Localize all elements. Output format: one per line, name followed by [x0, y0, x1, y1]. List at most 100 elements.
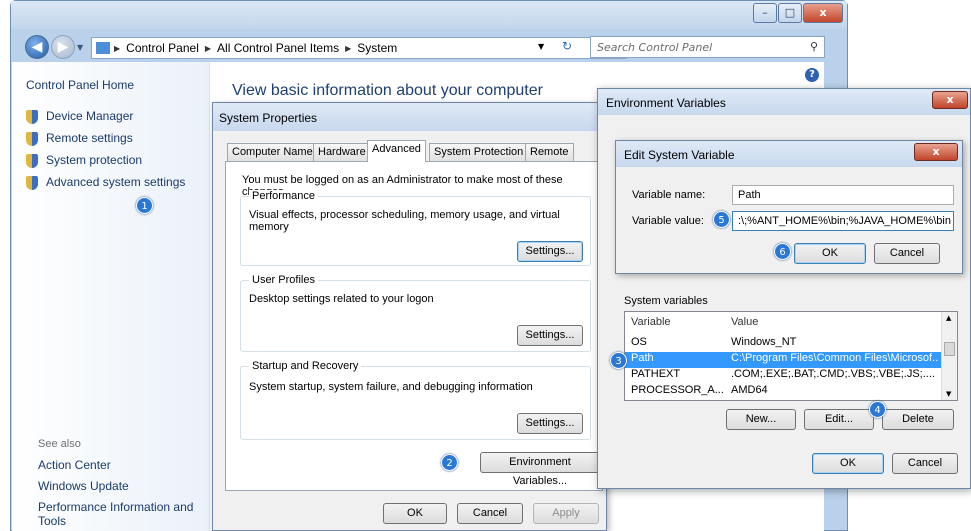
tab-remote[interactable]: Remote [525, 143, 574, 161]
user-profiles-settings-button[interactable]: Settings... [517, 325, 583, 346]
system-properties-dialog: System Properties Computer Name Hardware… [212, 102, 607, 531]
maximize-button[interactable]: □ [778, 3, 802, 23]
remote-settings-link[interactable]: Remote settings [46, 131, 133, 145]
shield-icon [26, 154, 38, 168]
environment-variables-title: Environment Variables [598, 89, 970, 115]
delete-variable-button[interactable]: Delete [882, 409, 954, 430]
table-row-selected[interactable]: Path C:\Program Files\Common Files\Micro… [625, 352, 943, 368]
variable-name-cell: OS [631, 336, 647, 348]
variable-value-label: Variable value: [632, 215, 704, 227]
performance-legend: Performance [249, 190, 318, 202]
performance-group: Performance Visual effects, processor sc… [240, 190, 591, 266]
close-button[interactable]: x [914, 143, 958, 161]
cancel-button[interactable]: Cancel [457, 503, 523, 524]
breadcrumb-separator-icon[interactable]: ▶ [114, 44, 120, 53]
shield-icon [26, 176, 38, 190]
edit-variable-title: Edit System Variable [616, 141, 962, 167]
variable-name-field[interactable]: Path [732, 185, 954, 205]
edit-cancel-button[interactable]: Cancel [874, 243, 940, 264]
performance-settings-button[interactable]: Settings... [517, 241, 583, 262]
scroll-down-icon[interactable]: ▼ [946, 390, 951, 398]
breadcrumb-control-panel[interactable]: Control Panel [126, 41, 199, 55]
env-ok-button[interactable]: OK [812, 453, 884, 474]
breadcrumb-all-items[interactable]: All Control Panel Items [217, 41, 339, 55]
back-arrow-icon[interactable]: ◀ [25, 35, 49, 59]
performance-info-link[interactable]: Performance Information and Tools [38, 500, 198, 528]
tab-advanced[interactable]: Advanced [367, 140, 426, 162]
table-row[interactable]: PATHEXT .COM;.EXE;.BAT;.CMD;.VBS;.VBE;.J… [625, 368, 943, 384]
shield-icon [26, 110, 38, 124]
variable-name-cell: Path [631, 352, 654, 364]
breadcrumb-system[interactable]: System [357, 41, 397, 55]
step-badge: 3 [610, 352, 627, 369]
address-bar[interactable]: ▶ Control Panel ▶ All Control Panel Item… [91, 37, 627, 59]
startup-recovery-settings-button[interactable]: Settings... [517, 413, 583, 434]
tab-system-protection[interactable]: System Protection [429, 143, 529, 161]
action-center-link[interactable]: Action Center [38, 458, 111, 472]
step-badge: 5 [713, 211, 730, 228]
new-variable-button[interactable]: New... [726, 409, 796, 430]
table-row[interactable]: OS Windows_NT [625, 336, 943, 352]
variable-value-cell: AMD64 [731, 384, 768, 396]
close-button[interactable]: x [932, 91, 968, 109]
recent-pages-dropdown-icon[interactable]: ▼ [77, 43, 83, 52]
device-manager-link[interactable]: Device Manager [46, 109, 133, 123]
value-column-header[interactable]: Value [731, 316, 939, 328]
page-title: View basic information about your comput… [232, 82, 543, 99]
table-row[interactable]: PROCESSOR_A... AMD64 [625, 384, 943, 400]
startup-recovery-description: System startup, system failure, and debu… [249, 381, 533, 393]
variable-value-field[interactable]: :\;%ANT_HOME%\bin;%JAVA_HOME%\bin [732, 211, 954, 231]
see-also-heading: See also [38, 438, 81, 450]
variable-name-cell: PATHEXT [631, 368, 681, 380]
user-profiles-legend: User Profiles [249, 274, 318, 286]
windows-update-link[interactable]: Windows Update [38, 479, 129, 493]
control-panel-home-link[interactable]: Control Panel Home [26, 78, 134, 92]
environment-variables-button[interactable]: Environment Variables... [480, 452, 600, 487]
close-button[interactable]: x [803, 3, 843, 23]
search-placeholder: Search Control Panel [597, 41, 713, 54]
step-badge: 2 [441, 454, 458, 471]
scrollbar-thumb[interactable] [944, 342, 955, 356]
tab-hardware[interactable]: Hardware [313, 143, 371, 161]
variable-column-header[interactable]: Variable [631, 316, 723, 328]
advanced-system-settings-link[interactable]: Advanced system settings [46, 175, 185, 189]
search-input[interactable]: Search Control Panel ⚲ [590, 36, 825, 58]
help-icon[interactable]: ? [805, 68, 819, 82]
refresh-icon[interactable]: ↻ [562, 39, 572, 53]
startup-recovery-legend: Startup and Recovery [249, 360, 362, 372]
user-profiles-group: User Profiles Desktop settings related t… [240, 274, 591, 352]
step-badge: 1 [136, 197, 153, 214]
step-badge: 4 [869, 401, 886, 418]
breadcrumb-separator-icon[interactable]: ▶ [205, 44, 211, 53]
variable-value-cell: C:\Program Files\Common Files\Microsof..… [731, 352, 939, 364]
control-panel-folder-icon [96, 42, 110, 54]
scroll-up-icon[interactable]: ▲ [946, 314, 951, 322]
startup-recovery-group: Startup and Recovery System startup, sys… [240, 360, 591, 440]
search-icon[interactable]: ⚲ [810, 40, 818, 53]
apply-button[interactable]: Apply [533, 503, 599, 524]
edit-ok-button[interactable]: OK [794, 243, 866, 264]
breadcrumb-separator-icon[interactable]: ▶ [345, 44, 351, 53]
tab-computer-name[interactable]: Computer Name [227, 143, 318, 161]
step-badge: 6 [774, 243, 791, 260]
performance-description: Visual effects, processor scheduling, me… [249, 209, 560, 233]
forward-arrow-icon[interactable]: ▶ [51, 35, 75, 59]
variable-value-cell: Windows_NT [731, 336, 797, 348]
address-dropdown-icon[interactable]: ▼ [538, 42, 544, 51]
system-protection-link[interactable]: System protection [46, 153, 142, 167]
advanced-tab-panel: You must be logged on as an Administrato… [225, 161, 603, 491]
variable-name-cell: PROCESSOR_A... [631, 384, 723, 396]
system-variables-list[interactable]: Variable Value OS Windows_NT Path C:\Pro… [624, 311, 958, 401]
ok-button[interactable]: OK [383, 503, 447, 524]
minimize-button[interactable]: – [753, 3, 777, 23]
env-cancel-button[interactable]: Cancel [892, 453, 958, 474]
edit-variable-button[interactable]: Edit... [804, 409, 874, 430]
variable-value-cell: .COM;.EXE;.BAT;.CMD;.VBS;.VBE;.JS;.... [731, 368, 935, 380]
system-variables-label: System variables [624, 295, 708, 307]
list-scrollbar[interactable]: ▲ ▼ [941, 312, 957, 400]
left-pane: Control Panel Home Device Manager Remote… [12, 62, 210, 531]
variable-name-label: Variable name: [632, 189, 706, 201]
list-header: Variable Value [625, 316, 943, 332]
system-properties-title: System Properties [213, 103, 606, 131]
shield-icon [26, 132, 38, 146]
